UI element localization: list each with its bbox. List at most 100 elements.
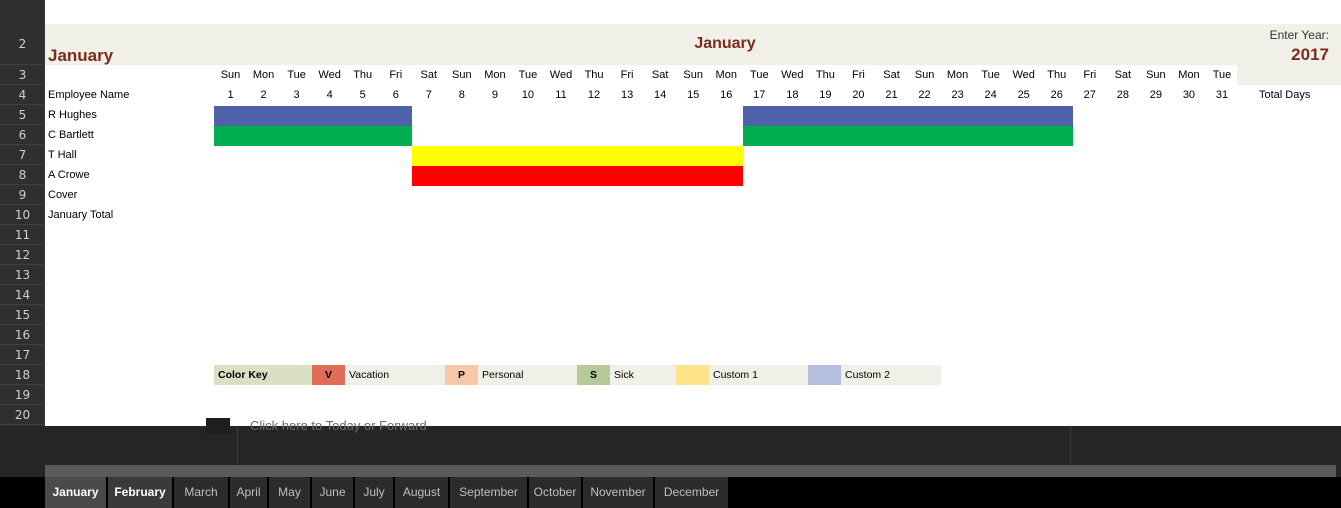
nav-arrow-icon[interactable] [206,418,230,434]
day-number: 16 [720,89,733,101]
sheet-tab-april[interactable]: April [230,477,267,508]
absence-bar[interactable] [742,126,1074,146]
day-number: 31 [1215,89,1229,101]
sheet-tab-november[interactable]: November [583,477,653,508]
color-key-swatch: V [312,365,345,385]
row-number[interactable]: 7 [0,145,45,165]
year-band [1237,65,1341,85]
sheet-tab-june[interactable]: June [312,477,353,508]
weekday-label: Tue [518,69,538,81]
row-number[interactable]: 12 [0,245,45,265]
absence-bar[interactable] [742,106,1074,126]
weekday-label: Wed [1012,69,1035,81]
row-header-column: 2 3 4 5 6 7 8 9 10 11 12 13 14 15 16 17 18 19 20 [0,0,45,426]
employee-name: T Hall [48,149,77,161]
day-number: 26 [1050,89,1063,101]
day-number: 27 [1083,89,1096,101]
weekday-label: Tue [287,69,306,81]
weekday-label: Fri [1083,69,1097,81]
day-number: 6 [392,89,399,101]
row-number[interactable]: 15 [0,305,45,325]
row-number[interactable]: 8 [0,165,45,185]
day-number: 21 [885,89,898,101]
weekday-label: Wed [318,69,341,81]
day-number: 3 [293,89,300,101]
day-number: 19 [819,89,832,101]
row-number[interactable]: 2 [0,24,45,65]
spreadsheet-window: 2 3 4 5 6 7 8 9 10 11 12 13 14 15 16 17 18 19 20 January J… [0,0,1341,508]
absence-bar[interactable] [214,106,413,126]
day-number: 14 [654,89,667,101]
month-title: January [48,46,114,65]
employee-name-header: Employee Name [48,89,130,101]
row-number[interactable]: 9 [0,185,45,205]
sheet-tab-july[interactable]: July [355,477,393,508]
row-number[interactable]: 14 [0,285,45,305]
day-number: 25 [1017,89,1030,101]
day-number: 15 [687,89,700,101]
footer-divider [237,426,238,465]
day-number: 29 [1149,89,1163,101]
row-number[interactable]: 6 [0,125,45,145]
weekday-label: Mon [715,69,737,81]
weekday-label: Thu [1047,69,1067,81]
sheet-tab-december[interactable]: December [655,477,728,508]
row-number[interactable]: 17 [0,345,45,365]
day-number: 5 [359,89,366,101]
day-number: 30 [1182,89,1196,101]
footer-divider [1070,426,1071,465]
sheet-tab-january[interactable]: January [45,477,106,508]
absence-bar[interactable] [412,146,743,166]
row-number[interactable]: 4 [0,85,45,105]
weekday-label: Mon [946,69,969,81]
weekday-label: Mon [484,69,506,81]
weekday-label: Wed [549,69,573,81]
weekday-label: Fri [389,69,403,81]
day-number: 12 [587,89,601,101]
employee-name: Cover [48,189,78,201]
day-number: 10 [521,89,535,101]
row-number[interactable]: 5 [0,105,45,125]
enter-year-label: Enter Year: [1269,28,1329,42]
row-number[interactable]: 11 [0,225,45,245]
worksheet[interactable]: January January Enter Year: 2017 Sun Mon T… [45,0,1341,426]
sheet-tab-september[interactable]: September [450,477,527,508]
year-input[interactable]: 2017 [1291,45,1329,65]
weekday-label: Sat [651,69,669,81]
day-number: 8 [458,89,465,101]
row-number[interactable]: 18 [0,365,45,385]
employee-name: January Total [48,209,114,221]
day-number: 18 [786,89,799,101]
absence-bar[interactable] [412,166,743,186]
row-number[interactable]: 19 [0,385,45,405]
weekday-label: Sat [1114,69,1132,81]
sheet-tab-october[interactable]: October [529,477,581,508]
employee-name: A Crowe [48,169,90,181]
sheet-tab-february[interactable]: February [108,477,172,508]
day-number: 9 [491,89,498,101]
row-number[interactable]: 13 [0,265,45,285]
row-number[interactable]: 16 [0,325,45,345]
row-number[interactable]: 20 [0,405,45,425]
employee-name: C Bartlett [48,129,94,141]
row-number[interactable]: 10 [0,205,45,225]
navigation-hint[interactable]: Click here to Today or Forward [250,418,427,433]
day-number: 17 [753,89,766,101]
color-key-label: Custom 2 [841,365,941,385]
weekday-label: Sat [420,69,438,81]
horizontal-scrollbar[interactable] [45,465,1336,477]
absence-bar[interactable] [214,126,413,146]
row-number[interactable]: 3 [0,65,45,85]
weekday-label: Fri [620,69,634,81]
weekday-label: Fri [852,69,865,81]
color-key-swatch [808,365,841,385]
weekday-label: Tue [981,69,1000,81]
sheet-tab-march[interactable]: March [174,477,228,508]
weekday-label: Thu [353,69,373,81]
weekday-label: Sun [1146,69,1166,81]
sheet-tab-august[interactable]: August [395,477,448,508]
weekday-label: Tue [750,69,769,81]
color-key-label: Custom 1 [709,365,808,385]
color-key-swatch [676,365,709,385]
sheet-tab-may[interactable]: May [269,477,310,508]
